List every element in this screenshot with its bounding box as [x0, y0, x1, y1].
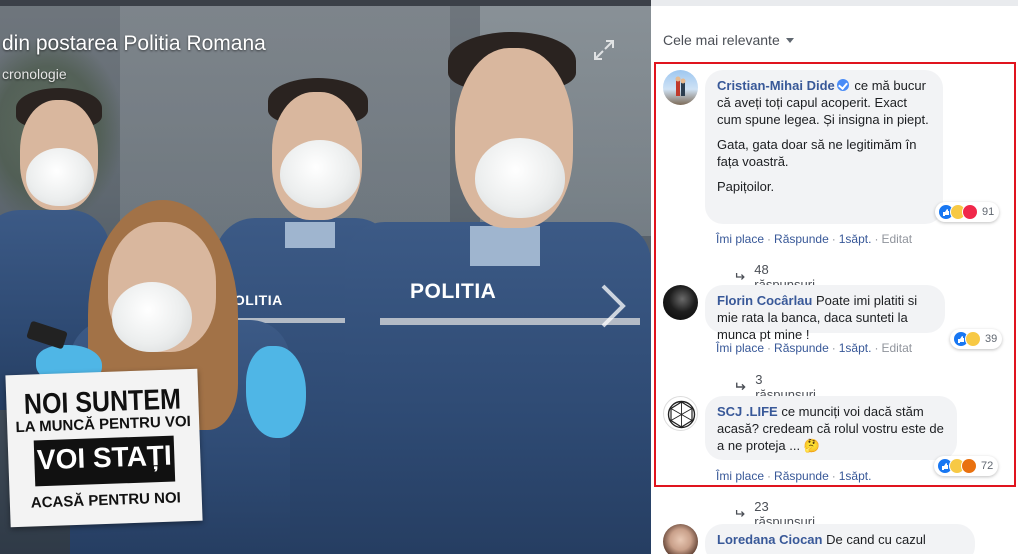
comment-text: De cand cu cazul: [826, 532, 926, 547]
sign-line-3: VOI STAȚI: [36, 439, 173, 476]
reaction-summary[interactable]: 39: [950, 329, 1003, 349]
comment-bubble: Loredana Ciocan De cand cu cazul: [705, 524, 975, 554]
comment-bubble: SCJ .LIFE ce munciți voi dacă stăm acasă…: [705, 396, 957, 460]
comments-panel: Cele mai relevante Cristian-Mihai Dide c…: [651, 0, 1018, 554]
sign-line-4: ACASĂ PENTRU NOI: [30, 489, 182, 512]
timestamp[interactable]: 1săpt.: [839, 469, 872, 483]
reply-arrow-icon: [735, 509, 745, 517]
protest-sign: NOI SUNTEM LA MUNCĂ PENTRU VOI VOI STAȚI…: [5, 368, 203, 528]
badge-text-right: POLITIA: [410, 280, 497, 303]
reply-arrow-icon: [735, 272, 745, 280]
reply-arrow-icon: [736, 382, 746, 391]
sort-label: Cele mai relevante: [663, 32, 780, 48]
edited-label[interactable]: Editat: [881, 341, 912, 355]
reaction-count: 91: [982, 206, 995, 218]
avatar[interactable]: [663, 70, 698, 105]
timestamp[interactable]: 1săpt.: [839, 232, 872, 246]
photo-viewer[interactable]: POLITIA POLITIA NOI SUNTEM LA MUNCĂ PENT…: [0, 0, 651, 554]
comment-author[interactable]: SCJ .LIFE: [717, 404, 778, 419]
sort-dropdown[interactable]: Cele mai relevante: [663, 32, 794, 48]
comment-text-2: Gata, gata doar să ne legitimăm în fața …: [717, 137, 917, 169]
timestamp[interactable]: 1săpt.: [839, 341, 872, 355]
reply-link[interactable]: Răspunde: [774, 232, 829, 246]
avatar[interactable]: [663, 524, 698, 554]
reaction-count: 72: [981, 460, 994, 472]
comment-actions: Îmi place · Răspunde · 1săpt.: [716, 469, 872, 483]
like-link[interactable]: Îmi place: [716, 232, 764, 246]
reaction-summary[interactable]: 72: [934, 456, 999, 476]
chevron-down-icon: [785, 37, 794, 43]
verified-badge-icon: [836, 79, 849, 91]
avatar[interactable]: [663, 285, 698, 320]
like-link[interactable]: Îmi place: [716, 341, 764, 355]
comment-actions: Îmi place · Răspunde · 1săpt. · Editat: [716, 232, 913, 246]
gloved-hand-ok: [246, 346, 306, 438]
comment-author[interactable]: Florin Cocârlau: [717, 293, 812, 308]
angry-reaction-icon: [961, 458, 977, 474]
avatar[interactable]: [663, 396, 698, 431]
comment-text-3: Papițoilor.: [717, 179, 775, 194]
post-subtitle[interactable]: cronologie: [2, 66, 67, 82]
comment-actions: Îmi place · Răspunde · 1săpt. · Editat: [716, 341, 913, 355]
reaction-count: 39: [985, 333, 998, 345]
comment-author[interactable]: Cristian-Mihai Dide: [717, 78, 835, 93]
haha-reaction-icon: [965, 331, 981, 347]
edited-label[interactable]: Editat: [881, 232, 912, 246]
expand-icon[interactable]: [592, 38, 616, 62]
reply-link[interactable]: Răspunde: [774, 469, 829, 483]
post-title[interactable]: din postarea Politia Romana: [2, 32, 266, 56]
comment-author[interactable]: Loredana Ciocan: [717, 532, 822, 547]
next-photo-icon[interactable]: [597, 282, 629, 330]
panel-top-line: [651, 0, 1018, 6]
reply-link[interactable]: Răspunde: [774, 341, 829, 355]
love-reaction-icon: [962, 204, 978, 220]
comment-bubble: Florin Cocârlau Poate imi platiti si mie…: [705, 285, 945, 342]
comment-bubble: Cristian-Mihai Dide ce mă bucur că aveți…: [705, 70, 943, 224]
reaction-summary[interactable]: 91: [935, 202, 1000, 222]
like-link[interactable]: Îmi place: [716, 469, 764, 483]
